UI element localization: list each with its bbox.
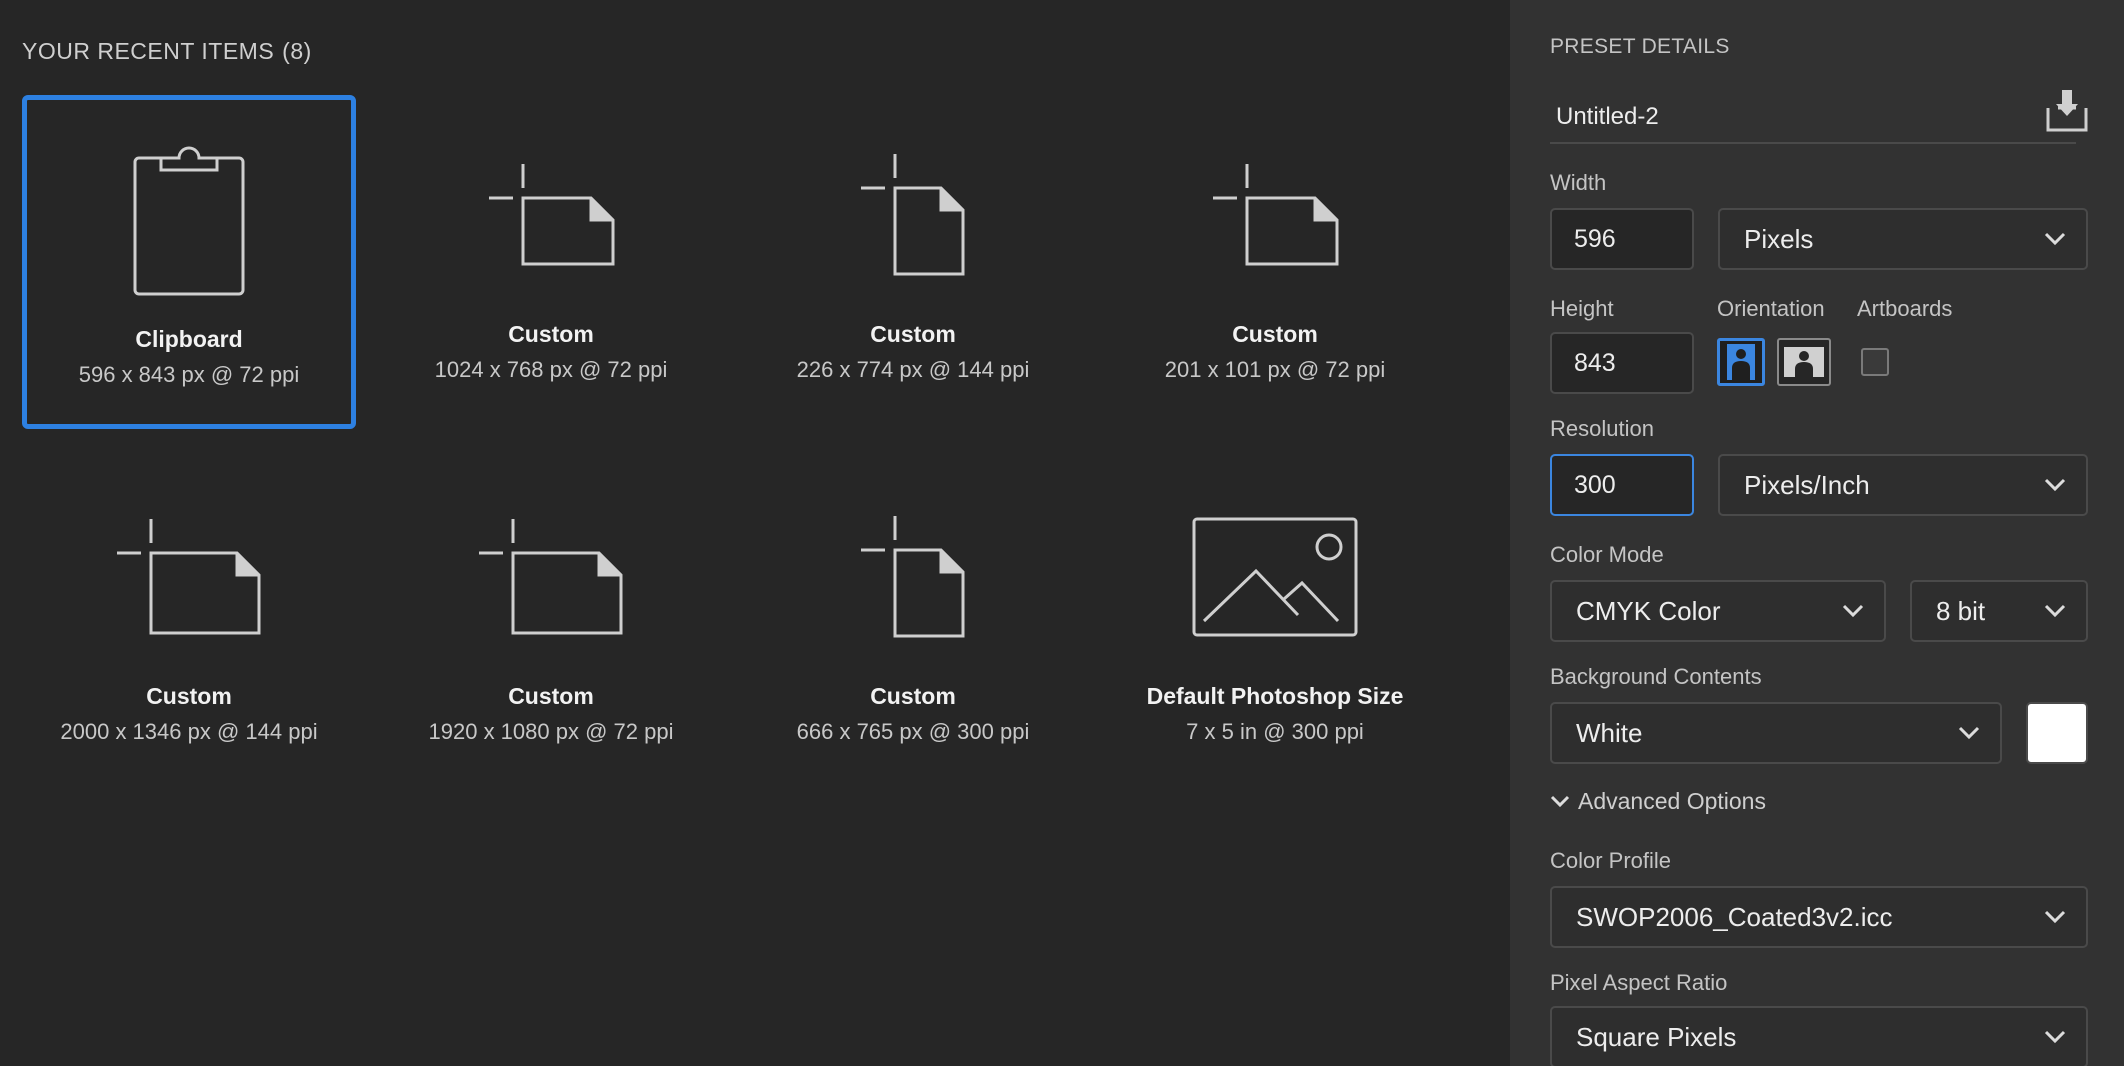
- pixel-aspect-ratio-label: Pixel Aspect Ratio: [1550, 970, 1728, 995]
- recent-item-name: Clipboard: [135, 326, 243, 352]
- landscape-doc-icon: [384, 492, 718, 662]
- clipboard-icon: [27, 135, 351, 305]
- document-name-input[interactable]: [1550, 92, 2076, 144]
- portrait-person-icon: [1727, 344, 1755, 380]
- pixel-aspect-ratio-value: Square Pixels: [1576, 1021, 1737, 1052]
- width-label: Width: [1550, 170, 1607, 195]
- recent-item-meta: 1920 x 1080 px @ 72 ppi: [428, 719, 674, 744]
- width-input[interactable]: 596: [1550, 208, 1694, 270]
- recent-item-custom[interactable]: Custom 2000 x 1346 px @ 144 ppi: [22, 457, 356, 791]
- recent-item-name: Custom: [870, 683, 956, 709]
- background-contents-value: White: [1576, 717, 1643, 748]
- recent-items-title: YOUR RECENT ITEMS: [22, 38, 275, 64]
- recent-item-custom[interactable]: Custom 226 x 774 px @ 144 ppi: [746, 95, 1080, 429]
- color-profile-select[interactable]: SWOP2006_Coated3v2.icc: [1550, 886, 2088, 948]
- recent-item-meta: 226 x 774 px @ 144 ppi: [796, 357, 1030, 382]
- background-contents-label: Background Contents: [1550, 664, 1762, 689]
- chevron-down-icon: [2044, 478, 2066, 492]
- landscape-orientation-button[interactable]: [1777, 338, 1831, 386]
- color-mode-value: CMYK Color: [1576, 595, 1721, 626]
- background-color-swatch[interactable]: [2026, 702, 2088, 764]
- recent-item-name: Custom: [1232, 321, 1318, 347]
- recent-item-name: Default Photoshop Size: [1146, 683, 1404, 709]
- resolution-input[interactable]: 300: [1550, 454, 1694, 516]
- recent-item-clipboard[interactable]: Clipboard 596 x 843 px @ 72 ppi: [22, 95, 356, 429]
- recent-items-area: YOUR RECENT ITEMS (8) Clipboard 596 x 843…: [0, 0, 1510, 1066]
- chevron-down-icon: [2044, 1030, 2066, 1044]
- artboards-checkbox[interactable]: [1861, 348, 1889, 376]
- preset-details-title: PRESET DETAILS: [1550, 35, 1730, 58]
- recent-item-meta: 201 x 101 px @ 72 ppi: [1164, 357, 1386, 382]
- landscape-doc-icon: [1108, 130, 1442, 300]
- preset-details-panel: PRESET DETAILS Width 596 Pixels Height O…: [1510, 0, 2124, 1066]
- width-unit-select[interactable]: Pixels: [1718, 208, 2088, 270]
- pixel-aspect-ratio-select[interactable]: Square Pixels: [1550, 1006, 2088, 1066]
- orientation-label: Orientation: [1717, 296, 1825, 321]
- portrait-doc-icon: [746, 130, 1080, 300]
- portrait-doc-icon: [746, 492, 1080, 662]
- recent-items-count: (8): [282, 38, 312, 64]
- recent-item-name: Custom: [146, 683, 232, 709]
- landscape-doc-icon: [384, 130, 718, 300]
- artboards-label: Artboards: [1857, 296, 1953, 321]
- color-mode-select[interactable]: CMYK Color: [1550, 580, 1886, 642]
- color-profile-value: SWOP2006_Coated3v2.icc: [1576, 901, 1893, 932]
- recent-item-name: Custom: [870, 321, 956, 347]
- recent-items-header: YOUR RECENT ITEMS (8): [22, 38, 312, 65]
- resolution-unit-select[interactable]: Pixels/Inch: [1718, 454, 2088, 516]
- height-label: Height: [1550, 296, 1614, 321]
- recent-item-default-photoshop-size[interactable]: Default Photoshop Size 7 x 5 in @ 300 pp…: [1108, 457, 1442, 791]
- recent-item-meta: 2000 x 1346 px @ 144 ppi: [60, 719, 318, 744]
- image-icon: [1108, 492, 1442, 662]
- resolution-unit-value: Pixels/Inch: [1744, 469, 1870, 500]
- recent-item-meta: 666 x 765 px @ 300 ppi: [796, 719, 1030, 744]
- recent-item-name: Custom: [508, 321, 594, 347]
- recent-item-meta: 596 x 843 px @ 72 ppi: [78, 362, 300, 387]
- recent-item-custom[interactable]: Custom 1024 x 768 px @ 72 ppi: [384, 95, 718, 429]
- landscape-doc-icon: [22, 492, 356, 662]
- landscape-person-icon: [1784, 347, 1824, 377]
- height-input[interactable]: 843: [1550, 332, 1694, 394]
- chevron-down-icon: [2044, 910, 2066, 924]
- advanced-options-toggle[interactable]: Advanced Options: [1550, 788, 1766, 815]
- chevron-down-icon: [2044, 232, 2066, 246]
- color-mode-label: Color Mode: [1550, 542, 1664, 567]
- recent-item-meta: 7 x 5 in @ 300 ppi: [1186, 719, 1364, 744]
- chevron-down-icon: [1842, 604, 1864, 618]
- color-profile-label: Color Profile: [1550, 848, 1672, 873]
- recent-item-custom[interactable]: Custom 201 x 101 px @ 72 ppi: [1108, 95, 1442, 429]
- save-preset-icon[interactable]: [2044, 88, 2090, 134]
- recent-item-meta: 1024 x 768 px @ 72 ppi: [434, 357, 668, 382]
- portrait-orientation-button[interactable]: [1717, 338, 1765, 386]
- chevron-down-icon: [2044, 604, 2066, 618]
- chevron-down-icon: [1550, 795, 1570, 807]
- recent-item-custom[interactable]: Custom 666 x 765 px @ 300 ppi: [746, 457, 1080, 791]
- recent-item-name: Custom: [508, 683, 594, 709]
- width-unit-value: Pixels: [1744, 223, 1814, 254]
- chevron-down-icon: [1958, 726, 1980, 740]
- background-contents-select[interactable]: White: [1550, 702, 2002, 764]
- bit-depth-value: 8 bit: [1936, 595, 1986, 626]
- bit-depth-select[interactable]: 8 bit: [1910, 580, 2088, 642]
- recent-item-custom[interactable]: Custom 1920 x 1080 px @ 72 ppi: [384, 457, 718, 791]
- resolution-label: Resolution: [1550, 416, 1654, 441]
- advanced-options-label: Advanced Options: [1578, 788, 1766, 814]
